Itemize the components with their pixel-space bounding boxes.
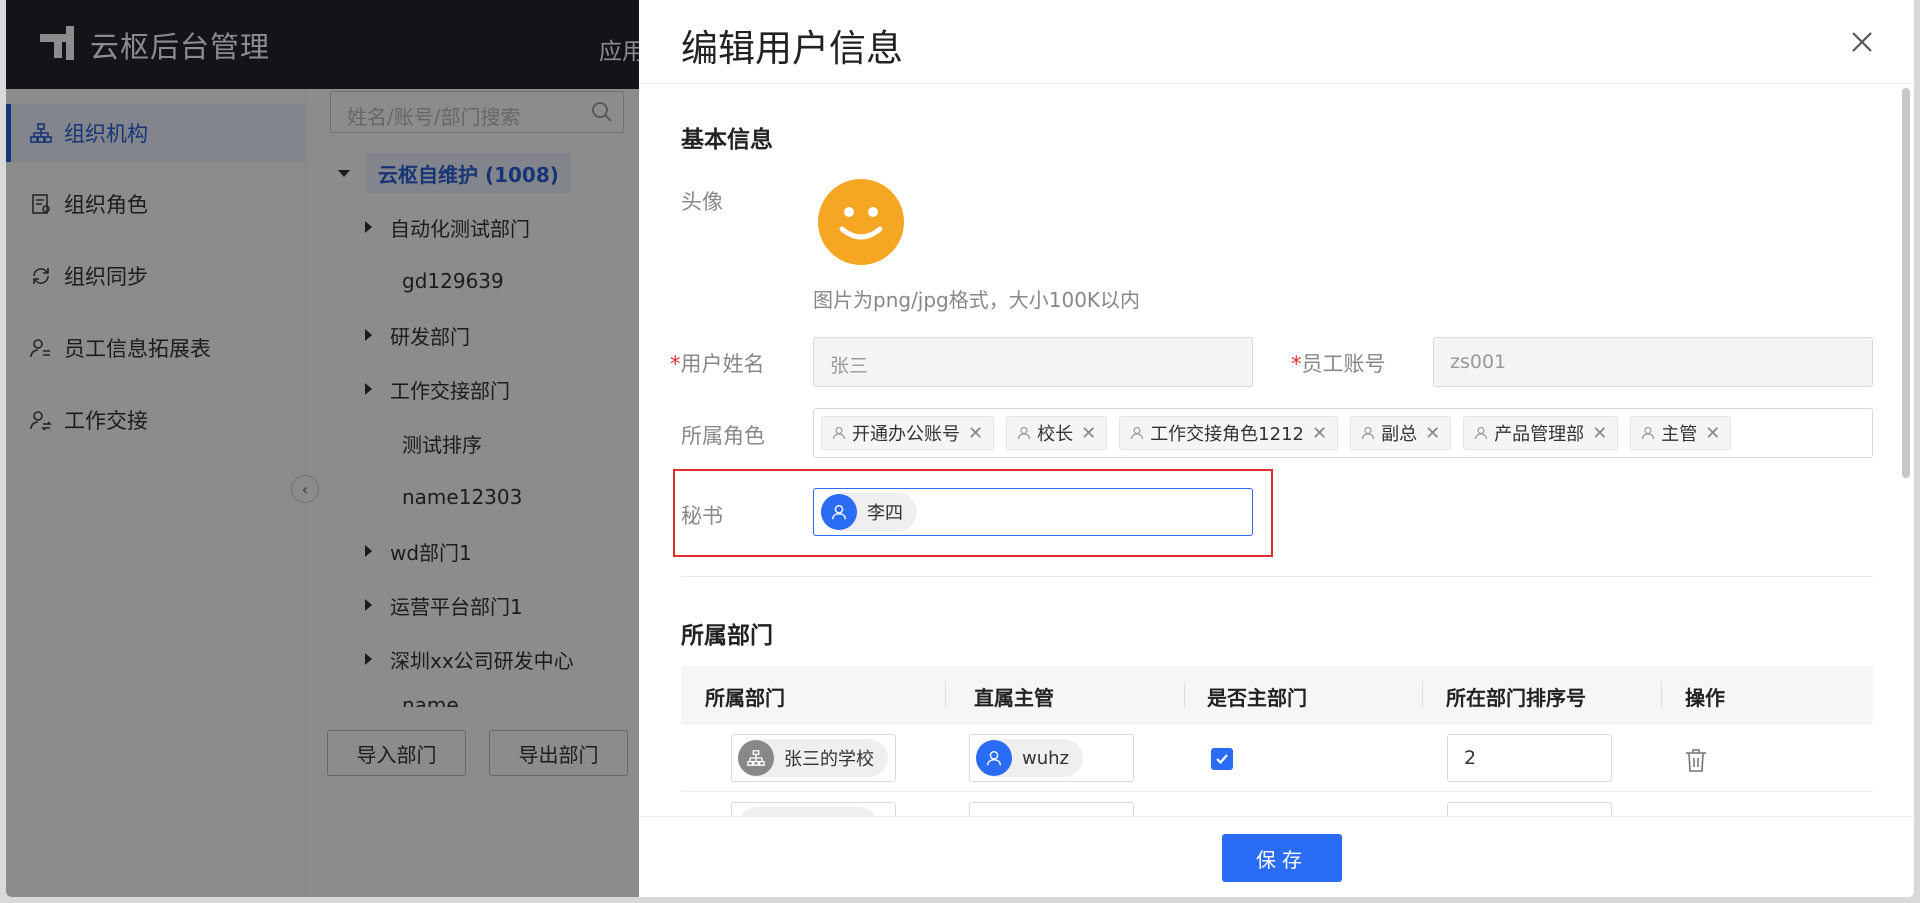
manager-field[interactable]: wuhz [969, 734, 1134, 782]
close-icon[interactable] [1848, 28, 1876, 56]
role-tag: 产品管理部 ✕ [1463, 416, 1619, 450]
role-tag-label: 副总 [1381, 424, 1418, 445]
role-tag: 校长 ✕ [1006, 416, 1108, 450]
basic-info-title: 基本信息 [681, 127, 773, 153]
role-tag: 工作交接角色1212 ✕ [1119, 416, 1339, 450]
col-is-main: 是否主部门 [1207, 686, 1307, 710]
user-icon [976, 740, 1012, 776]
smiley-icon [839, 207, 883, 240]
org-tree-icon [738, 740, 774, 776]
main-dept-checkbox[interactable] [1211, 748, 1233, 770]
col-action: 操作 [1685, 686, 1725, 710]
user-icon [1017, 426, 1031, 440]
avatar[interactable] [818, 179, 904, 265]
drawer-body: 基本信息 头像 图片为png/jpg格式，大小100K以内 *用户姓名 张三 *… [639, 84, 1914, 816]
col-manager: 直属主管 [974, 686, 1054, 710]
column-divider [1184, 682, 1185, 708]
edit-user-drawer: 编辑用户信息 基本信息 头像 图片为png/jpg格式，大小100K以内 *用户… [639, 0, 1914, 897]
trash-icon[interactable] [1685, 748, 1707, 772]
avatar-hint: 图片为png/jpg格式，大小100K以内 [813, 288, 1141, 312]
role-tag-label: 校长 [1037, 424, 1074, 445]
divider [681, 576, 1873, 577]
check-icon [1216, 754, 1228, 765]
table-row: 张三的学校 wuhz 2 [681, 724, 1873, 792]
order-input[interactable]: 2 [1447, 734, 1612, 782]
role-tag-label: 产品管理部 [1494, 424, 1585, 445]
person-chip: 李四 [821, 493, 917, 531]
user-icon [1131, 426, 1144, 440]
manager-name: wuhz [1022, 747, 1069, 769]
avatar-label: 头像 [681, 190, 723, 214]
column-divider [945, 682, 946, 708]
role-tag: 开通办公账号 ✕ [821, 416, 995, 450]
role-select[interactable]: 开通办公账号 ✕ 校长 ✕ 工作交接角色1212 ✕ 副总 ✕ 产品管理部 ✕ 主管 ✕ [813, 408, 1873, 458]
name-label: *用户姓名 [670, 352, 765, 376]
user-icon [1642, 426, 1655, 440]
name-field[interactable]: 张三 [813, 337, 1253, 387]
drawer-title: 编辑用户信息 [681, 27, 903, 70]
dept-table-header: 所属部门 直属主管 是否主部门 所在部门排序号 操作 [681, 666, 1873, 724]
user-icon [1361, 426, 1375, 440]
role-tag-label: 主管 [1661, 424, 1698, 445]
dept-field[interactable]: 张三的学校 [731, 734, 896, 782]
close-icon[interactable]: ✕ [1081, 423, 1096, 444]
dept-chip: 张三的学校 [738, 739, 888, 777]
dept-name: 张三的学校 [784, 749, 874, 770]
scrollbar[interactable] [1902, 88, 1910, 478]
name-label-text: 用户姓名 [680, 352, 765, 376]
manager-field[interactable] [969, 802, 1134, 816]
app-window: 云枢后台管理 应用 组织机构 组织角色 组织同步 员工信息拓展表 工作交接 姓名… [6, 0, 1914, 897]
role-tag-label: 工作交接角色1212 [1150, 424, 1304, 445]
user-icon [1475, 426, 1488, 440]
col-order: 所在部门排序号 [1446, 686, 1586, 710]
user-icon [821, 494, 857, 530]
secretary-name: 李四 [867, 503, 903, 524]
close-icon[interactable]: ✕ [1312, 423, 1327, 444]
close-icon[interactable]: ✕ [1425, 423, 1440, 444]
role-label: 所属角色 [681, 424, 765, 448]
account-label-text: 员工账号 [1301, 352, 1386, 376]
role-tag: 副总 ✕ [1350, 416, 1452, 450]
role-tag: 主管 ✕ [1630, 416, 1732, 450]
dept-section-title: 所属部门 [681, 623, 773, 649]
col-dept: 所属部门 [705, 686, 785, 710]
save-button[interactable]: 保存 [1222, 834, 1342, 882]
secretary-field[interactable]: 李四 [813, 488, 1253, 536]
account-field[interactable]: zs001 [1433, 337, 1873, 387]
column-divider [1661, 682, 1662, 708]
drawer-header: 编辑用户信息 [639, 0, 1914, 84]
account-label: *员工账号 [1291, 352, 1386, 376]
dept-field[interactable] [731, 802, 896, 816]
secretary-label: 秘书 [681, 504, 723, 528]
role-tag-label: 开通办公账号 [852, 424, 960, 445]
close-icon[interactable]: ✕ [1592, 423, 1607, 444]
close-icon[interactable]: ✕ [1705, 423, 1720, 444]
modal-mask[interactable] [6, 0, 646, 897]
close-icon[interactable]: ✕ [968, 423, 983, 444]
order-input[interactable] [1447, 802, 1612, 816]
column-divider [1422, 682, 1423, 708]
drawer-footer: 保存 [639, 816, 1914, 897]
person-chip: wuhz [976, 739, 1083, 777]
user-icon [832, 426, 846, 440]
dept-chip [738, 807, 878, 816]
